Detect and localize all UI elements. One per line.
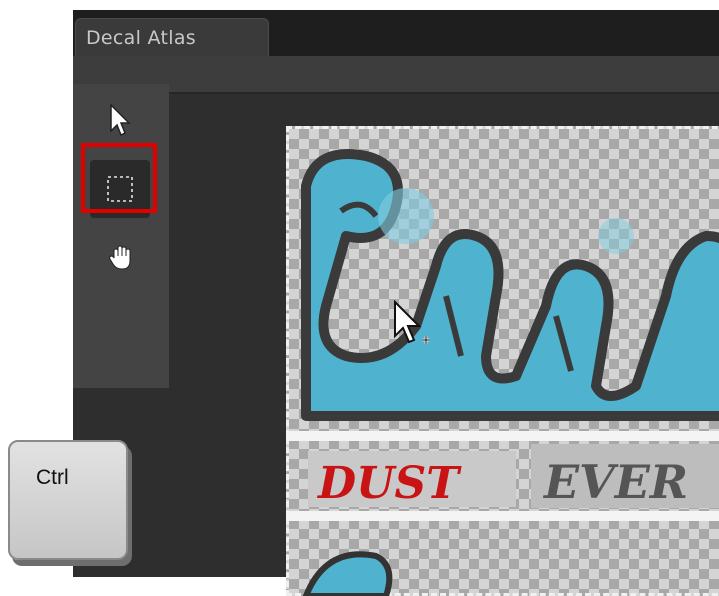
ctrl-key-cap bbox=[8, 440, 128, 560]
partial-decal bbox=[302, 551, 393, 596]
pan-tool-button[interactable] bbox=[103, 240, 139, 276]
decal-atlas-texture[interactable]: DUST EVER bbox=[286, 126, 719, 596]
graffiti-blue-decal bbox=[301, 149, 719, 421]
mouse-cursor-icon bbox=[394, 300, 430, 344]
svg-text:EVER: EVER bbox=[542, 455, 688, 509]
ever-decal: EVER bbox=[531, 444, 719, 509]
tab-decal-atlas[interactable]: Decal Atlas bbox=[75, 18, 269, 56]
hand-pan-icon bbox=[109, 245, 131, 270]
ctrl-key: Ctrl bbox=[8, 440, 134, 570]
rectangle-select-icon bbox=[107, 176, 133, 202]
rect-select-tool-button[interactable] bbox=[90, 160, 150, 218]
toolbar-strip bbox=[73, 56, 719, 94]
select-tool-button[interactable] bbox=[101, 100, 141, 140]
ctrl-key-label: Ctrl bbox=[36, 466, 69, 489]
dust-decal: DUST bbox=[308, 451, 516, 509]
tab-bar: Decal Atlas bbox=[73, 10, 719, 56]
svg-text:DUST: DUST bbox=[316, 458, 462, 509]
select-arrow-icon bbox=[110, 103, 131, 137]
atlas-decals: DUST EVER bbox=[286, 149, 719, 596]
